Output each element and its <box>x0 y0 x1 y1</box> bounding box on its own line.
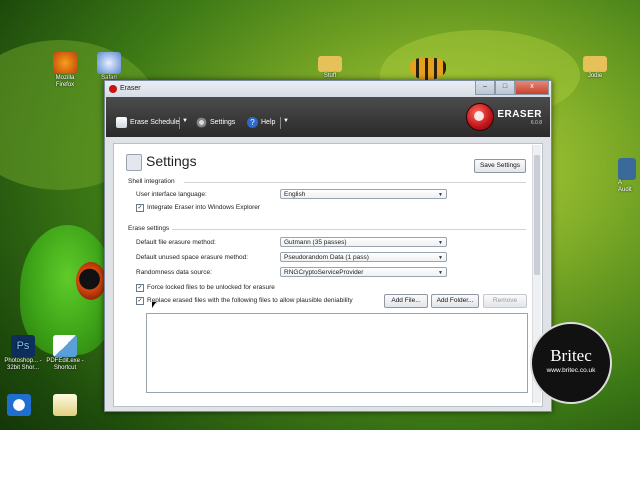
random-source-value: RNGCryptoServiceProvider <box>284 269 364 276</box>
firefox-icon <box>53 52 77 74</box>
chevron-down-icon: ▼ <box>438 192 443 198</box>
desktop-icon-label: Jodie <box>587 73 603 79</box>
erase-schedule-label: Erase Schedule <box>130 119 180 126</box>
schedule-icon <box>116 117 127 128</box>
help-button[interactable]: ? Help <box>247 117 275 128</box>
plausible-deniability-checkbox[interactable]: ✓ <box>136 297 144 305</box>
chevron-down-icon: ▼ <box>438 240 443 246</box>
desktop-icon-audit[interactable]: A Audit <box>618 158 640 194</box>
window-controls: – □ x <box>475 81 549 95</box>
wallpaper-frog-eye <box>76 262 106 300</box>
section-divider <box>172 229 526 230</box>
desktop-icon-label: A Audit <box>618 180 632 193</box>
section-divider <box>184 182 526 183</box>
chevron-down-icon: ▼ <box>438 255 443 261</box>
eraser-logo-text: ERASER 6.0.8 <box>497 109 542 126</box>
audit-icon <box>618 158 636 180</box>
taskbar-area <box>0 430 640 480</box>
settings-button[interactable]: Settings <box>196 117 235 128</box>
page-title: Settings <box>146 153 197 169</box>
desktop-icon-notepad[interactable] <box>50 394 80 417</box>
help-dropdown-icon[interactable]: ▼ <box>283 118 289 124</box>
erase-schedule-button[interactable]: Erase Schedule <box>116 117 179 128</box>
desktop-icon-teamviewer[interactable] <box>4 394 34 417</box>
remove-button[interactable]: Remove <box>483 294 527 308</box>
unused-method-select[interactable]: Pseudorandom Data (1 pass) ▼ <box>280 252 447 262</box>
random-source-select[interactable]: RNGCryptoServiceProvider ▼ <box>280 267 447 277</box>
desktop-icon-firefox[interactable]: Mozilla Firefox <box>42 52 88 89</box>
maximize-button[interactable]: □ <box>495 81 515 95</box>
integrate-explorer-checkbox[interactable]: ✓ <box>136 204 144 212</box>
language-select[interactable]: English ▼ <box>280 189 447 199</box>
watermark-name: Britec <box>550 346 592 365</box>
file-method-value: Gutmann (35 passes) <box>284 239 347 246</box>
settings-label: Settings <box>210 119 236 126</box>
toolbar-separator <box>280 117 281 129</box>
settings-panel: Settings Save Settings Shell integration… <box>113 143 543 407</box>
language-value: English <box>284 191 306 198</box>
shell-integration-heading: Shell integration <box>128 178 175 185</box>
deniability-files-list[interactable] <box>146 313 528 393</box>
erase-schedule-dropdown-icon[interactable]: ▼ <box>182 118 188 124</box>
notepad-icon <box>53 394 77 416</box>
desktop-icon-label: Stuff <box>323 73 337 79</box>
teamviewer-icon <box>7 394 31 416</box>
mouse-cursor <box>152 302 156 308</box>
desktop-icon-label: Photoshop... - 32bit Shor... <box>4 358 42 371</box>
plausible-deniability-label: Replace erased files with the following … <box>147 297 353 304</box>
watermark-url: www.britec.co.uk <box>546 367 596 374</box>
force-unlock-checkbox[interactable]: ✓ <box>136 284 144 292</box>
language-label: User interface language: <box>136 191 207 198</box>
safari-icon <box>97 52 121 74</box>
unused-method-label: Default unused space erasure method: <box>136 254 249 261</box>
britec-watermark: Britec www.britec.co.uk <box>530 322 612 404</box>
desktop-icon-stuff[interactable]: Stuff <box>307 56 353 80</box>
desktop-icon-label: Mozilla Firefox <box>55 75 75 88</box>
folder-icon <box>583 56 607 72</box>
file-method-label: Default file erasure method: <box>136 239 216 246</box>
desktop-icon-label: PDFEdit.exe - Shortcut <box>46 358 84 371</box>
wallpaper-butterfly <box>410 58 446 80</box>
eraser-logo-icon <box>466 103 495 131</box>
folder-icon <box>318 56 342 72</box>
eraser-app-icon <box>109 85 117 93</box>
chevron-down-icon: ▼ <box>438 270 443 276</box>
scrollbar-thumb[interactable] <box>534 155 540 275</box>
photoshop-icon: Ps <box>11 335 35 357</box>
force-unlock-label: Force locked files to be unlocked for er… <box>147 284 275 291</box>
toolbar: Erase Schedule ▼ Settings ? Help ▼ ERASE… <box>106 97 550 137</box>
desktop-icon-jodie[interactable]: Jodie <box>572 56 618 80</box>
window-title: Eraser <box>120 85 141 92</box>
window-titlebar[interactable]: Eraser – □ x <box>105 81 551 97</box>
desktop-icon-safari[interactable]: Safari <box>86 52 132 82</box>
logo-name: ERASER <box>497 108 542 120</box>
desktop-icon-photoshop[interactable]: Ps Photoshop... - 32bit Shor... <box>0 335 46 372</box>
close-button[interactable]: x <box>515 81 549 95</box>
save-settings-button[interactable]: Save Settings <box>474 159 526 173</box>
help-label: Help <box>261 119 276 126</box>
unused-method-value: Pseudorandom Data (1 pass) <box>284 254 369 261</box>
eraser-window: Eraser – □ x Erase Schedule ▼ Settings ?… <box>104 80 552 412</box>
random-source-label: Randomness data source: <box>136 269 212 276</box>
integrate-explorer-label: Integrate Eraser into Windows Explorer <box>147 204 261 211</box>
toolbar-separator <box>179 117 180 129</box>
gear-icon <box>196 117 207 128</box>
minimize-button[interactable]: – <box>475 81 495 95</box>
pdfedit-icon <box>53 335 77 357</box>
add-folder-button[interactable]: Add Folder... <box>431 294 479 308</box>
logo-version: 6.0.8 <box>530 119 542 126</box>
erase-settings-heading: Erase settings <box>128 225 170 232</box>
add-file-button[interactable]: Add File... <box>384 294 428 308</box>
settings-page-icon <box>126 154 142 171</box>
file-method-select[interactable]: Gutmann (35 passes) ▼ <box>280 237 447 247</box>
desktop-icon-pdfedit[interactable]: PDFEdit.exe - Shortcut <box>42 335 88 372</box>
eraser-logo: ERASER 6.0.8 <box>466 103 542 131</box>
help-icon: ? <box>247 117 258 128</box>
